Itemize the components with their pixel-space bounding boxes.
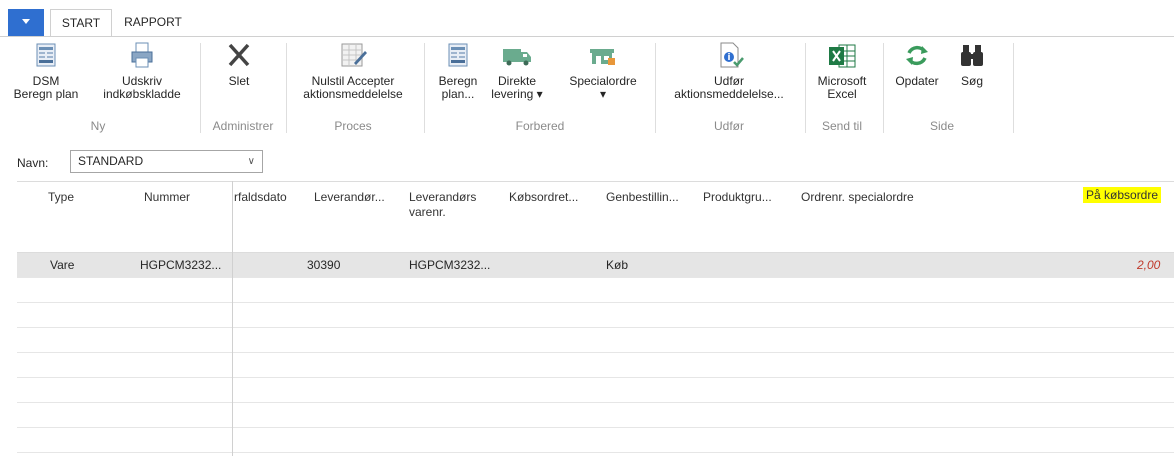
udskriv-label-2: indkøbskladde <box>103 87 181 101</box>
name-dropdown-value: STANDARD <box>78 154 144 168</box>
highlighted-header-text: På købsordre <box>1083 187 1162 203</box>
beregn-plan-button[interactable]: Beregn plan... <box>432 41 484 101</box>
document-check-icon <box>712 41 746 71</box>
chevron-down-icon: ▾ <box>599 87 607 101</box>
udskriv-indkobskladde-button[interactable]: Udskriv indkøbskladde <box>96 41 188 101</box>
cell-genbestilling: Køb <box>606 258 629 272</box>
store-icon <box>586 41 620 71</box>
name-label: Navn: <box>17 156 49 170</box>
opdater-button[interactable]: Opdater <box>888 41 946 88</box>
group-forbered: Forbered <box>515 119 565 133</box>
ribbon-separator <box>805 43 806 133</box>
column-header-leverandor[interactable]: Leverandør... <box>314 190 385 205</box>
column-header-ordrenr-specialordre[interactable]: Ordrenr. specialordre <box>801 190 914 205</box>
udfor-aktionsmeddelelse-button[interactable]: Udfør aktionsmeddelelse... <box>658 41 800 101</box>
app-menu-button[interactable] <box>8 9 44 36</box>
table-row-empty[interactable] <box>17 353 1174 378</box>
slet-button[interactable]: Slet <box>212 41 266 88</box>
udfor-label-2: aktionsmeddelelse... <box>674 87 784 101</box>
slet-label: Slet <box>228 74 250 88</box>
group-send-til: Send til <box>821 119 863 133</box>
table-row-empty[interactable] <box>17 378 1174 403</box>
table-row-empty[interactable] <box>17 428 1174 453</box>
truck-icon <box>500 41 534 71</box>
column-header-type[interactable]: Type <box>48 190 74 205</box>
direkte-levering-button[interactable]: Direkte levering ▾ <box>487 41 547 101</box>
column-header-genbestilling[interactable]: Genbestillin... <box>606 190 679 205</box>
table-row-empty[interactable] <box>17 278 1174 303</box>
cell-nummer: HGPCM3232... <box>140 258 222 272</box>
grid-header: Type Nummer rfaldsdato Leverandør... Lev… <box>17 181 1174 253</box>
group-proces: Proces <box>334 119 372 133</box>
worksheet-icon <box>29 41 63 71</box>
column-header-pa-kobsordre[interactable]: På købsordre <box>1083 187 1162 203</box>
printer-icon <box>125 41 159 71</box>
group-side: Side <box>929 119 955 133</box>
nulstil-accepter-button[interactable]: Nulstil Accepter aktionsmeddelelse <box>288 41 418 101</box>
ribbon-separator <box>424 43 425 133</box>
column-header-nummer[interactable]: Nummer <box>144 190 190 205</box>
dsm-label-2: Beregn plan <box>13 87 79 101</box>
ribbon-tab-bar: START RAPPORT <box>0 0 1174 37</box>
group-administrer: Administrer <box>212 119 274 133</box>
binoculars-icon <box>955 41 989 71</box>
chevron-down-icon <box>22 19 30 24</box>
table-row-empty[interactable] <box>17 328 1174 353</box>
column-header-forfaldsdato[interactable]: rfaldsdato <box>234 190 287 205</box>
column-header-levvarenr-line2: varenr. <box>409 205 446 219</box>
beregn-label-2: plan... <box>441 87 475 101</box>
table-row-empty[interactable] <box>17 403 1174 428</box>
nulstil-label-2: aktionsmeddelelse <box>303 87 403 101</box>
name-dropdown[interactable]: STANDARD ∨ <box>70 150 263 173</box>
delete-icon <box>222 41 256 71</box>
excel-label-2: Excel <box>827 87 857 101</box>
cell-pa-kobsordre: 2,00 <box>1137 258 1161 272</box>
group-udfor: Udfør <box>714 119 744 133</box>
ribbon-separator <box>200 43 201 133</box>
dsm-beregn-plan-button[interactable]: DSM Beregn plan <box>0 41 92 101</box>
chevron-down-icon: ∨ <box>247 156 255 167</box>
edit-sheet-icon <box>336 41 370 71</box>
ribbon-separator <box>286 43 287 133</box>
specialordre-button[interactable]: Specialordre ▾ <box>558 41 648 101</box>
microsoft-excel-button[interactable]: Microsoft Excel <box>810 41 874 101</box>
worksheet-icon <box>441 41 475 71</box>
column-header-kobsordret[interactable]: Købsordret... <box>509 190 578 205</box>
group-ny: Ny <box>90 119 106 133</box>
sog-label: Søg <box>960 74 983 88</box>
table-row[interactable]: Vare HGPCM3232... 30390 HGPCM3232... Køb… <box>17 253 1174 278</box>
sog-button[interactable]: Søg <box>950 41 994 88</box>
excel-icon <box>825 41 859 71</box>
column-header-levvarenr-line1: Leverandørs <box>409 190 477 204</box>
direkte-label-2: levering ▾ <box>491 87 543 101</box>
cell-leverandors-varenr: HGPCM3232... <box>409 258 491 272</box>
refresh-icon <box>900 41 934 71</box>
ribbon-separator <box>655 43 656 133</box>
column-header-produktgruppe[interactable]: Produktgru... <box>703 190 772 205</box>
table-row-empty[interactable] <box>17 303 1174 328</box>
ribbon: DSM Beregn plan Udskriv indkøbskladde Ny… <box>0 37 1174 137</box>
column-header-leverandors-varenr[interactable]: Leverandørs varenr. <box>409 190 476 220</box>
ribbon-separator <box>1013 43 1014 133</box>
cell-leverandor: 30390 <box>307 258 341 272</box>
grid-frozen-divider <box>232 181 233 456</box>
opdater-label: Opdater <box>895 74 939 88</box>
worksheet-grid: Type Nummer rfaldsdato Leverandør... Lev… <box>17 181 1174 456</box>
cell-type: Vare <box>50 258 75 272</box>
tab-start[interactable]: START <box>50 9 112 37</box>
ribbon-separator <box>883 43 884 133</box>
tab-rapport[interactable]: RAPPORT <box>120 9 186 37</box>
